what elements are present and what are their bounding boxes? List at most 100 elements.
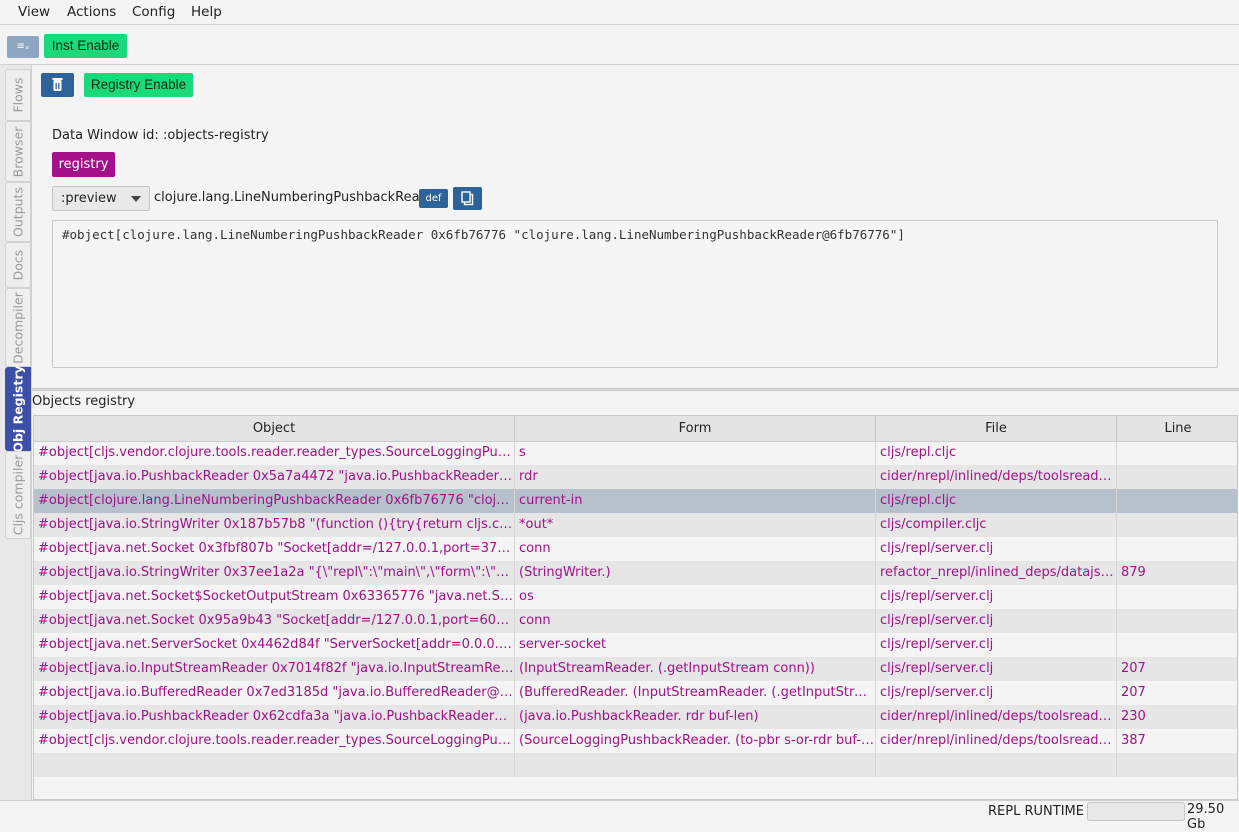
tab-flows[interactable]: Flows	[5, 69, 31, 121]
table-row[interactable]	[34, 753, 1237, 777]
menu-bar: View Actions Config Help	[0, 0, 1239, 25]
table-row[interactable]: #object[java.io.PushbackReader 0x5a7a447…	[34, 465, 1237, 489]
cell-file: cljs/repl.cljc	[876, 441, 1117, 465]
trash-icon	[52, 78, 63, 91]
table-row[interactable]: #object[java.io.BufferedReader 0x7ed3185…	[34, 681, 1237, 705]
cell-form: s	[515, 441, 876, 465]
cell-line	[1117, 513, 1237, 537]
cell-form: rdr	[515, 465, 876, 489]
split-pane-divider[interactable]	[32, 388, 1239, 391]
clear-flows-button[interactable]: ≡ₓ	[7, 36, 39, 58]
cell-line	[1117, 585, 1237, 609]
cell-form: os	[515, 585, 876, 609]
cell-file: cljs/repl/server.clj	[876, 585, 1117, 609]
menu-config[interactable]: Config	[132, 4, 175, 20]
inst-enable-button[interactable]: Inst Enable	[44, 34, 127, 58]
cell-form: (java.io.PushbackReader. rdr buf-len)	[515, 705, 876, 729]
column-header-form[interactable]: Form	[515, 416, 876, 441]
cell-object: #object[cljs.vendor.clojure.tools.reader…	[34, 729, 515, 753]
cell-form: (StringWriter.)	[515, 561, 876, 585]
copy-button[interactable]	[453, 187, 482, 210]
cell-file	[876, 753, 1117, 777]
menu-view[interactable]: View	[18, 4, 50, 20]
value-preview-text: #object[clojure.lang.LineNumberingPushba…	[62, 227, 905, 242]
cell-form: (BufferedReader. (InputStreamReader. (.g…	[515, 681, 876, 705]
cell-object: #object[java.net.Socket 0x95a9b43 "Socke…	[34, 609, 515, 633]
cell-form: (SourceLoggingPushbackReader. (to-pbr s-…	[515, 729, 876, 753]
value-class-name: clojure.lang.LineNumberingPushbackReader	[154, 190, 442, 205]
cell-line	[1117, 489, 1237, 513]
tab-cljs-compiler[interactable]: Cljs compiler	[5, 451, 31, 539]
cell-form: conn	[515, 537, 876, 561]
copy-icon	[461, 191, 474, 206]
data-window-label: Data Window id: :objects-registry	[52, 128, 269, 143]
value-preview-area[interactable]: #object[clojure.lang.LineNumberingPushba…	[52, 220, 1218, 368]
table-row[interactable]: #object[java.io.StringWriter 0x187b57b8 …	[34, 513, 1237, 537]
cell-file: cljs/repl/server.clj	[876, 681, 1117, 705]
cell-file: cider/nrepl/inlined/deps/toolsreader/...	[876, 729, 1117, 753]
tab-outputs[interactable]: Outputs	[5, 182, 31, 242]
cell-line: 207	[1121, 661, 1146, 676]
table-row[interactable]: #object[java.net.Socket 0x95a9b43 "Socke…	[34, 609, 1237, 633]
registry-breadcrumb[interactable]: registry	[52, 152, 115, 177]
table-row[interactable]: #object[clojure.lang.LineNumberingPushba…	[34, 489, 1237, 513]
cell-line	[1117, 609, 1237, 633]
cell-object: #object[java.io.BufferedReader 0x7ed3185…	[34, 681, 515, 705]
tab-docs[interactable]: Docs	[5, 242, 31, 288]
cell-file: cider/nrepl/inlined/deps/toolsreader/...	[876, 465, 1117, 489]
objects-registry-title: Objects registry	[32, 394, 136, 409]
cell-form: conn	[515, 609, 876, 633]
clear-registry-button[interactable]	[41, 73, 74, 97]
cell-object: #object[java.net.Socket 0x3fbf807b "Sock…	[34, 537, 515, 561]
cell-file: cljs/repl/server.clj	[876, 537, 1117, 561]
def-button[interactable]: def	[419, 189, 448, 208]
column-header-line[interactable]: Line	[1117, 416, 1237, 441]
column-header-object[interactable]: Object	[34, 416, 515, 441]
cell-form: (InputStreamReader. (.getInputStream con…	[515, 657, 876, 681]
cell-file: cider/nrepl/inlined/deps/toolsreader/...	[876, 705, 1117, 729]
cell-object: #object[java.io.InputStreamReader 0x7014…	[34, 657, 515, 681]
cell-file: cljs/repl/server.clj	[876, 633, 1117, 657]
viewer-select[interactable]: :preview	[52, 186, 150, 211]
cell-object: #object[java.net.Socket$SocketOutputStre…	[34, 585, 515, 609]
cell-form: current-in	[515, 489, 876, 513]
cell-object: #object[clojure.lang.LineNumberingPushba…	[34, 489, 515, 513]
cell-line	[1117, 465, 1237, 489]
tab-browser[interactable]: Browser	[5, 121, 31, 182]
cell-line: 207	[1121, 685, 1146, 700]
memory-usage-text: 29.50 Gb	[1187, 802, 1225, 832]
top-toolbar: ≡ₓ Inst Enable	[0, 25, 1239, 65]
table-row[interactable]: #object[java.io.InputStreamReader 0x7014…	[34, 657, 1237, 681]
registry-enable-button[interactable]: Registry Enable	[84, 73, 193, 97]
table-row[interactable]: #object[java.net.Socket 0x3fbf807b "Sock…	[34, 537, 1237, 561]
cell-file: cljs/repl/server.clj	[876, 657, 1117, 681]
tab-obj-registry[interactable]: Obj Registry	[5, 365, 31, 453]
table-row[interactable]: #object[java.net.Socket$SocketOutputStre…	[34, 585, 1237, 609]
menu-help[interactable]: Help	[191, 4, 222, 20]
cell-object: #object[cljs.vendor.clojure.tools.reader…	[34, 441, 515, 465]
cell-line: 387	[1121, 733, 1146, 748]
memory-usage-bar	[1087, 802, 1185, 821]
cell-line	[1117, 441, 1237, 465]
cell-line: 879	[1121, 565, 1146, 580]
table-row[interactable]: #object[java.io.StringWriter 0x37ee1a2a …	[34, 561, 1237, 585]
side-tab-bar: Flows Browser Outputs Docs Decompiler Ob…	[0, 65, 32, 800]
cell-form	[515, 753, 876, 777]
tab-decompiler[interactable]: Decompiler	[5, 288, 31, 367]
cell-line	[1117, 633, 1237, 657]
menu-actions[interactable]: Actions	[67, 4, 116, 20]
table-row[interactable]: #object[cljs.vendor.clojure.tools.reader…	[34, 441, 1237, 465]
column-header-file[interactable]: File	[876, 416, 1117, 441]
cell-file: cljs/repl.cljc	[876, 489, 1117, 513]
cell-object: #object[java.io.PushbackReader 0x62cdfa3…	[34, 705, 515, 729]
table-row[interactable]: #object[java.io.PushbackReader 0x62cdfa3…	[34, 705, 1237, 729]
cell-form: *out*	[515, 513, 876, 537]
status-bar: REPL RUNTIME 29.50 Gb	[0, 800, 1239, 832]
repl-runtime-label: REPL RUNTIME	[988, 804, 1084, 819]
chevron-down-icon	[131, 196, 141, 202]
viewer-select-value: :preview	[61, 191, 117, 206]
table-row[interactable]: #object[cljs.vendor.clojure.tools.reader…	[34, 729, 1237, 753]
table-row[interactable]: #object[java.net.ServerSocket 0x4462d84f…	[34, 633, 1237, 657]
cell-file: cljs/repl/server.clj	[876, 609, 1117, 633]
table-header: Object Form File Line	[34, 416, 1237, 442]
